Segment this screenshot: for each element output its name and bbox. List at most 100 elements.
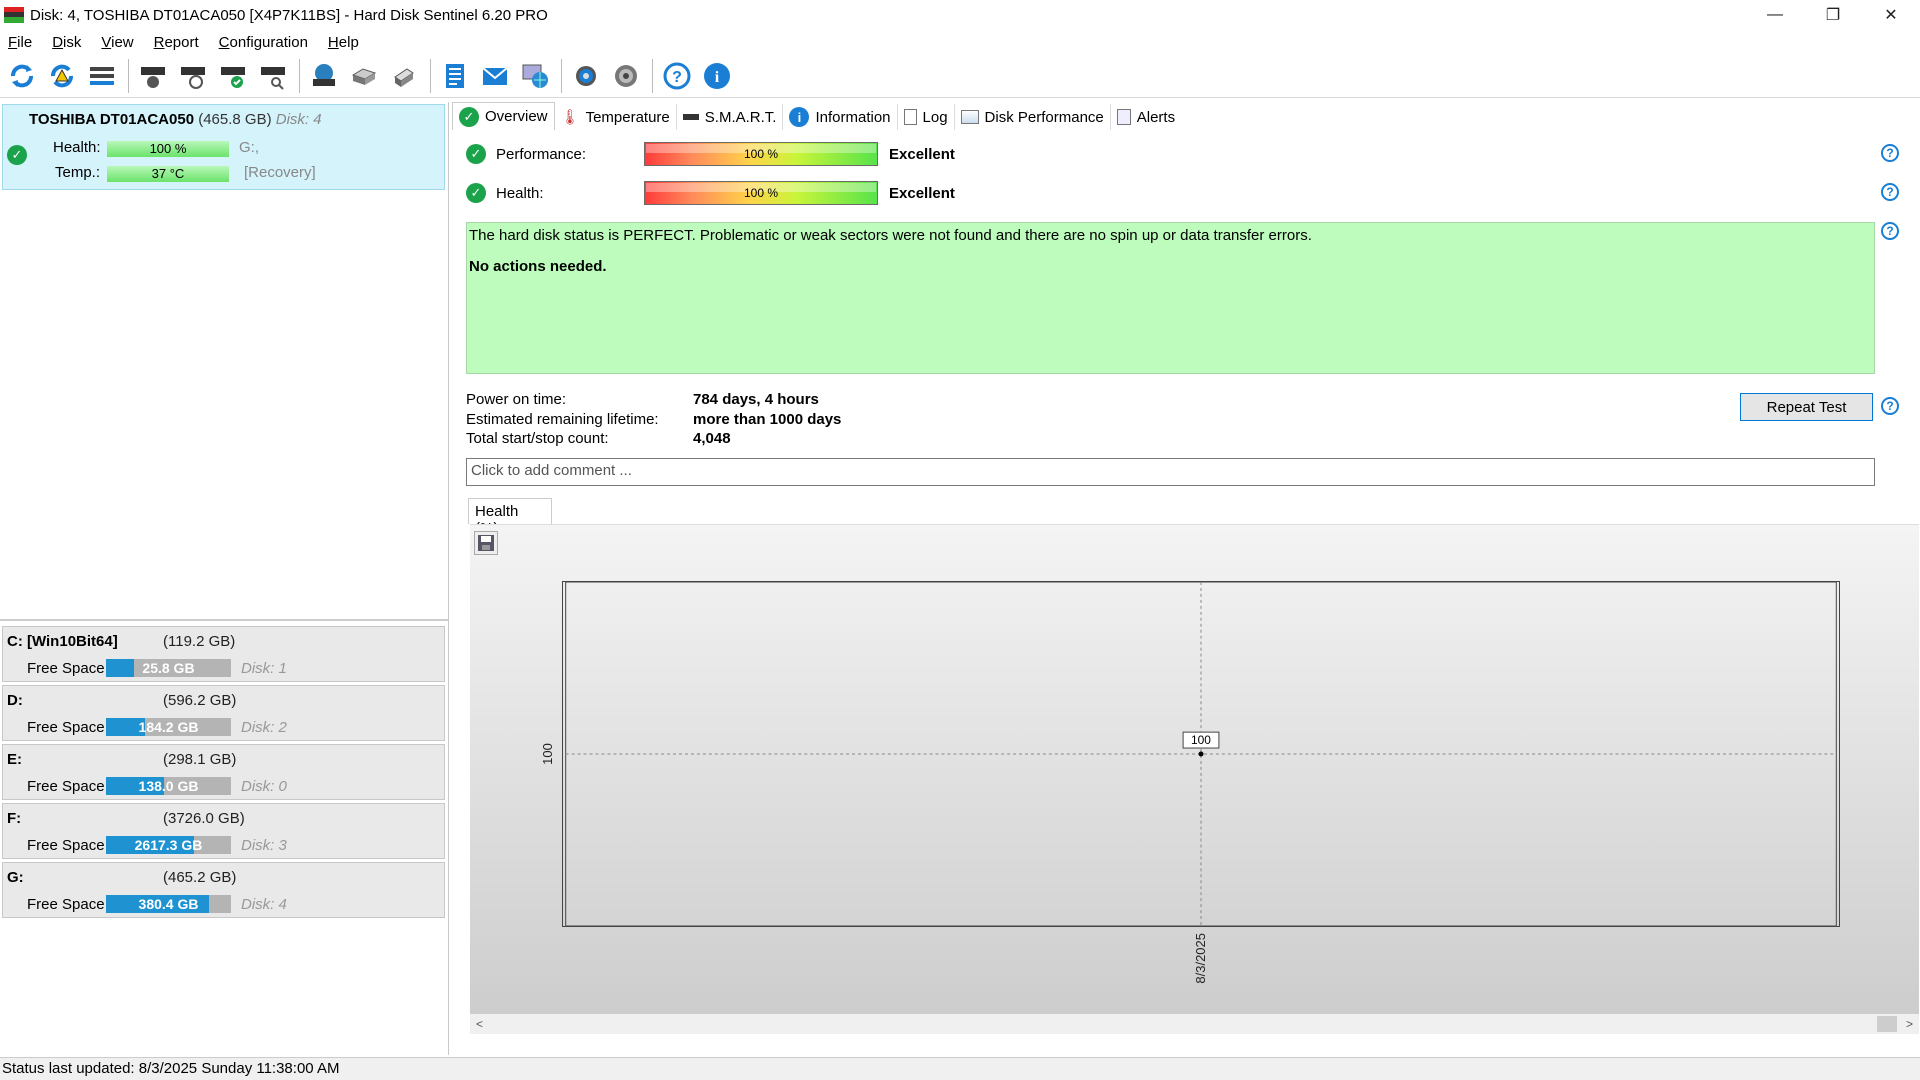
- refresh-warning-icon[interactable]: [44, 58, 80, 94]
- repeat-test-help-icon[interactable]: ?: [1881, 397, 1899, 415]
- tab-overview[interactable]: ✓ Overview: [452, 102, 555, 130]
- volume-item[interactable]: G: (465.2 GB) Free Space 380.4 GB Disk: …: [2, 862, 445, 918]
- chart-plot-area: 100: [562, 581, 1840, 927]
- disk-title: TOSHIBA DT01ACA050 (465.8 GB) Disk: 4: [29, 111, 322, 128]
- settings-icon[interactable]: [568, 58, 604, 94]
- comment-field[interactable]: Click to add comment ...: [466, 458, 1875, 486]
- volume-disk: Disk: 0: [241, 778, 287, 795]
- tab-log[interactable]: Log: [898, 104, 955, 130]
- temp-bar: 37 °C: [107, 166, 229, 182]
- repeat-test-button[interactable]: Repeat Test: [1740, 393, 1873, 421]
- volume-size: (119.2 GB): [163, 633, 236, 650]
- menu-view[interactable]: View: [101, 34, 133, 51]
- free-space-bar: 25.8 GB: [106, 659, 231, 677]
- scroll-right-icon[interactable]: >: [1906, 1017, 1913, 1031]
- scroll-left-icon[interactable]: <: [476, 1017, 483, 1031]
- volume-item[interactable]: F: (3726.0 GB) Free Space 2617.3 GB Disk…: [2, 803, 445, 859]
- disk-check-icon[interactable]: [215, 58, 251, 94]
- save-icon[interactable]: [474, 531, 498, 555]
- disk-number: Disk: 4: [275, 111, 322, 128]
- menu-help[interactable]: Help: [328, 34, 359, 51]
- menu-disk[interactable]: Disk: [52, 34, 81, 51]
- volume-letter: G:: [7, 869, 24, 886]
- performance-value: 100 %: [743, 147, 779, 161]
- drive-icon[interactable]: [346, 58, 382, 94]
- tab-alerts[interactable]: Alerts: [1111, 104, 1181, 130]
- power-on-label: Power on time:: [466, 391, 567, 408]
- free-space-value: 2617.3 GB: [134, 837, 203, 853]
- tab-label: Information: [815, 108, 891, 126]
- info-icon: i: [789, 107, 810, 127]
- status-bar: Status last updated: 8/3/2025 Sunday 11:…: [0, 1057, 1920, 1080]
- close-button[interactable]: ✕: [1862, 0, 1920, 30]
- email-icon[interactable]: [477, 58, 513, 94]
- window-title: Disk: 4, TOSHIBA DT01ACA050 [X4P7K11BS] …: [30, 6, 548, 24]
- disk-list-icon[interactable]: [84, 58, 120, 94]
- free-space-label: Free Space: [27, 719, 105, 736]
- chart-scrollbar[interactable]: < >: [470, 1014, 1919, 1034]
- title-bar: Disk: 4, TOSHIBA DT01ACA050 [X4P7K11BS] …: [0, 0, 1920, 30]
- free-space-bar: 138.0 GB: [106, 777, 231, 795]
- check-icon: ✓: [459, 106, 479, 127]
- sound-icon[interactable]: [608, 58, 644, 94]
- tab-label: S.M.A.R.T.: [704, 108, 777, 126]
- free-space-label: Free Space: [27, 660, 105, 677]
- menu-configuration[interactable]: Configuration: [219, 34, 308, 51]
- tab-disk-performance[interactable]: Disk Performance: [955, 104, 1111, 130]
- volume-item[interactable]: E: (298.1 GB) Free Space 138.0 GB Disk: …: [2, 744, 445, 800]
- temp-label: Temp.:: [55, 164, 101, 181]
- menu-report[interactable]: Report: [154, 34, 199, 51]
- report-icon[interactable]: [437, 58, 473, 94]
- refresh-icon[interactable]: [4, 58, 40, 94]
- performance-ok-icon: ✓: [466, 144, 486, 164]
- status-help-icon[interactable]: ?: [1881, 222, 1899, 240]
- volume-disk: Disk: 4: [241, 896, 287, 913]
- performance-icon: [960, 110, 979, 124]
- health-bar: 100 %: [644, 181, 878, 205]
- lifetime-value: more than 1000 days: [693, 411, 842, 428]
- disk-test-icon[interactable]: [135, 58, 171, 94]
- svg-text:i: i: [715, 69, 720, 86]
- scroll-thumb[interactable]: [1877, 1016, 1897, 1032]
- details-panel: ✓ Overview 🌡 Temperature S.M.A.R.T. i Infor…: [452, 102, 1920, 1055]
- free-space-value: 380.4 GB: [138, 896, 199, 912]
- tab-label: Log: [922, 108, 948, 126]
- minimize-button[interactable]: —: [1746, 0, 1804, 30]
- panel-divider: [0, 619, 449, 621]
- maximize-button[interactable]: ❐: [1804, 0, 1862, 30]
- free-space-bar: 380.4 GB: [106, 895, 231, 913]
- toolbar-separator: [299, 58, 300, 93]
- tab-temperature[interactable]: 🌡 Temperature: [555, 104, 677, 130]
- volume-disk: Disk: 1: [241, 660, 287, 677]
- volume-letter: D:: [7, 692, 23, 709]
- menu-bar: File Disk View Report Configuration Help: [0, 30, 1920, 54]
- tab-smart[interactable]: S.M.A.R.T.: [677, 104, 784, 130]
- tab-information[interactable]: i Information: [783, 104, 898, 130]
- disk-schedule-icon[interactable]: [175, 58, 211, 94]
- tab-health-chart[interactable]: Health (%): [468, 498, 552, 537]
- disk-search-icon[interactable]: [255, 58, 291, 94]
- menu-file[interactable]: File: [8, 34, 32, 51]
- usb-drive-icon[interactable]: [386, 58, 422, 94]
- about-icon[interactable]: i: [699, 58, 735, 94]
- health-help-icon[interactable]: ?: [1881, 183, 1899, 201]
- volume-size: (3726.0 GB): [163, 810, 245, 827]
- health-bar: 100 %: [107, 141, 229, 157]
- volume-size: (298.1 GB): [163, 751, 237, 768]
- toolbar-separator: [128, 58, 129, 93]
- network-disk-icon[interactable]: [306, 58, 342, 94]
- health-chart: 100 100 8/3/2025: [470, 524, 1919, 1014]
- performance-label: Performance:: [496, 146, 587, 163]
- volume-letter: C: [Win10Bit64]: [7, 633, 118, 650]
- web-report-icon[interactable]: [517, 58, 553, 94]
- disk-card[interactable]: TOSHIBA DT01ACA050 (465.8 GB) Disk: 4 ✓ …: [2, 104, 445, 190]
- data-point: [1198, 751, 1204, 757]
- performance-help-icon[interactable]: ?: [1881, 144, 1899, 162]
- volume-item[interactable]: D: (596.2 GB) Free Space 184.2 GB Disk: …: [2, 685, 445, 741]
- disk-model: TOSHIBA DT01ACA050: [29, 111, 195, 128]
- performance-rating: Excellent: [889, 146, 955, 163]
- volume-item[interactable]: C: [Win10Bit64] (119.2 GB) Free Space 25…: [2, 626, 445, 682]
- help-icon[interactable]: ?: [659, 58, 695, 94]
- health-drive: G:,: [239, 139, 260, 156]
- status-text: The hard disk status is PERFECT. Problem…: [469, 227, 1312, 244]
